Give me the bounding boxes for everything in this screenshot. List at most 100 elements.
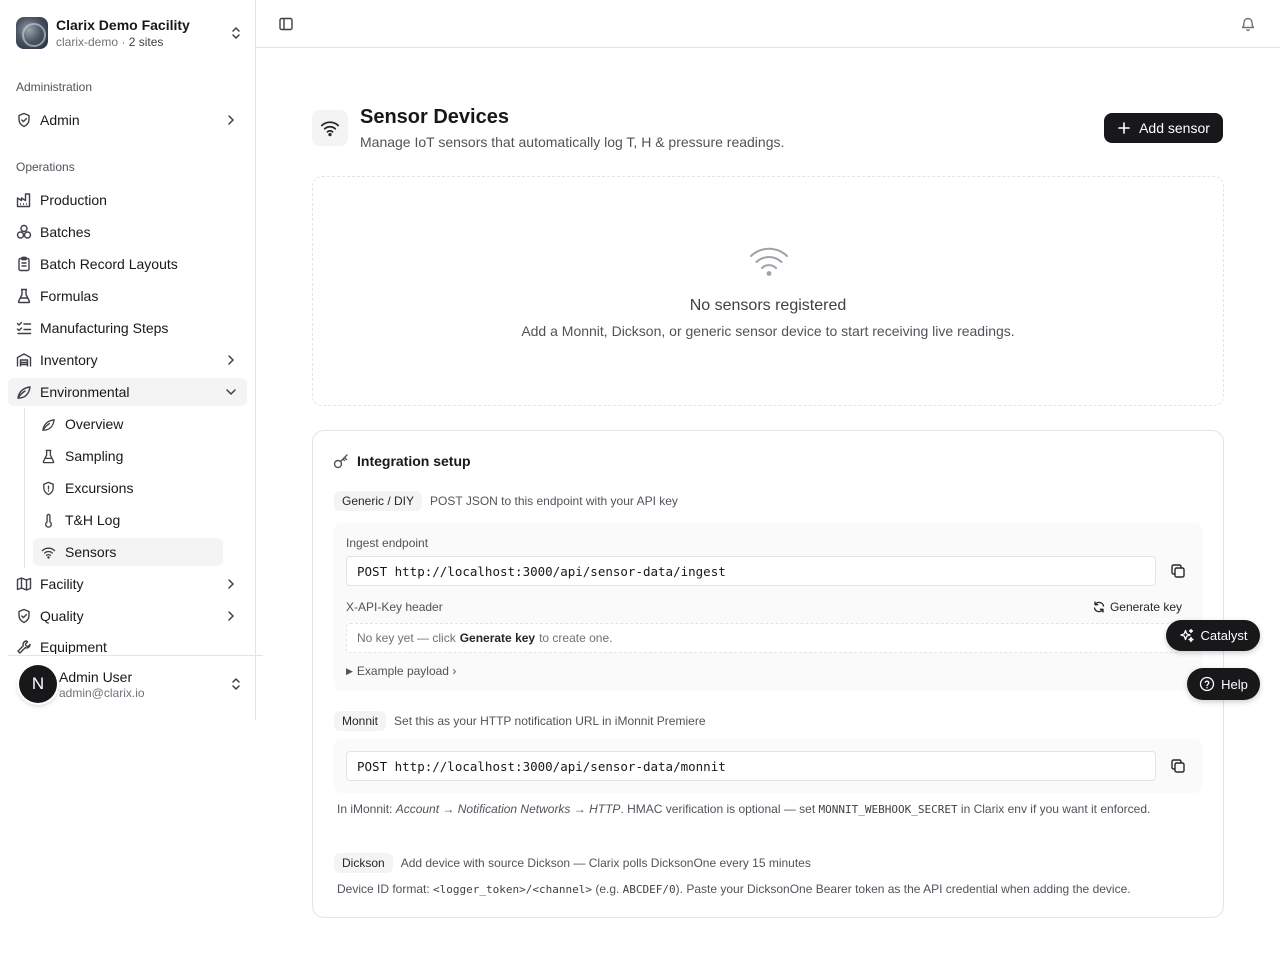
- sidebar-item-batches[interactable]: Batches: [8, 218, 247, 246]
- map-icon: [16, 577, 32, 591]
- sidebar-item-environmental[interactable]: Environmental: [8, 378, 247, 406]
- chevron-down-icon: [226, 389, 236, 395]
- sidebar-item-label: Batch Record Layouts: [40, 256, 178, 272]
- chevron-right-icon: [228, 115, 234, 125]
- clipboard-list-icon: [18, 256, 30, 272]
- chevrons-up-down-icon: [232, 27, 240, 39]
- card-title-text: Integration setup: [357, 453, 471, 469]
- sidebar-item-batch-record-layouts[interactable]: Batch Record Layouts: [8, 250, 247, 278]
- sidebar-item-label: Environmental: [40, 384, 130, 400]
- chevron-right-icon: [228, 579, 234, 589]
- section-operations: Operations: [16, 160, 75, 174]
- chevrons-up-down-icon: [232, 678, 240, 690]
- page-title: Sensor Devices: [360, 106, 509, 128]
- list-checks-icon: [16, 321, 32, 335]
- monnit-note-text: in Clarix env if you want it enforced.: [957, 802, 1151, 816]
- copy-icon[interactable]: [1170, 563, 1186, 579]
- dickson-badge: Dickson: [334, 853, 393, 873]
- sidebar-item-inventory[interactable]: Inventory: [8, 346, 247, 374]
- key-icon: [333, 454, 348, 469]
- monnit-desc: Set this as your HTTP notification URL i…: [394, 714, 706, 728]
- monnit-config-box: POST http://localhost:3000/api/sensor-da…: [334, 739, 1202, 793]
- shield-check-icon: [18, 112, 30, 128]
- dickson-id-example-code: ABCDEF/0: [622, 883, 676, 896]
- catalyst-label: Catalyst: [1200, 628, 1248, 643]
- generic-desc: POST JSON to this endpoint with your API…: [430, 494, 678, 508]
- shield-check-icon: [18, 608, 30, 624]
- flask-icon: [17, 288, 31, 304]
- sidebar-item-label: Formulas: [40, 288, 99, 304]
- sidebar-subitem-overview[interactable]: Overview: [33, 410, 223, 438]
- monnit-endpoint-field[interactable]: POST http://localhost:3000/api/sensor-da…: [346, 751, 1156, 781]
- dickson-row: Dickson Add device with source Dickson —…: [334, 853, 811, 873]
- dickson-note: Device ID format: <logger_token>/<channe…: [337, 881, 1187, 898]
- sidebar-subitem-sampling[interactable]: Sampling: [33, 442, 223, 470]
- sidebar-subitem-label: Overview: [65, 416, 124, 432]
- integration-setup-card: Integration setup Generic / DIY POST JSO…: [312, 430, 1224, 918]
- api-key-field: No key yet — click Generate key to creat…: [346, 623, 1181, 653]
- wrench-icon: [17, 640, 31, 654]
- monnit-note-text: . HMAC verification is optional — set: [620, 802, 819, 816]
- page-icon: [312, 110, 348, 146]
- sidebar-item-manufacturing-steps[interactable]: Manufacturing Steps: [8, 314, 247, 342]
- monnit-note-text: In iMonnit:: [337, 802, 396, 816]
- top-bar: [256, 0, 1280, 48]
- sidebar-item-label: Batches: [40, 224, 91, 240]
- org-sites: 2 sites: [128, 34, 164, 49]
- user-email: admin@clarix.io: [59, 686, 145, 700]
- chevron-right-icon: [228, 355, 234, 365]
- factory-icon: [16, 193, 31, 208]
- dickson-note-text: Device ID format:: [337, 882, 434, 896]
- generic-badge: Generic / DIY: [334, 491, 423, 511]
- sidebar-subitem-label: T&H Log: [65, 512, 121, 528]
- flask-icon: [42, 449, 55, 463]
- empty-state: No sensors registered Add a Monnit, Dick…: [312, 176, 1224, 406]
- sidebar-item-label: Production: [40, 192, 107, 208]
- org-switcher[interactable]: Clarix Demo Facility clarix-demo · 2 sit…: [16, 16, 244, 50]
- user-menu[interactable]: N Admin User admin@clarix.io: [16, 664, 244, 704]
- sidebar-item-label: Inventory: [40, 352, 98, 368]
- generic-config-box: Ingest endpoint POST http://localhost:30…: [334, 523, 1202, 691]
- org-separator: ·: [118, 34, 129, 49]
- sidebar-item-facility[interactable]: Facility: [8, 570, 247, 598]
- copy-icon[interactable]: [1170, 758, 1186, 774]
- api-key-empty-pre: No key yet — click: [357, 631, 456, 645]
- sidebar-item-admin[interactable]: Admin: [8, 106, 247, 134]
- submenu-guide: [24, 408, 25, 568]
- chevron-right-icon: [228, 611, 234, 621]
- add-sensor-button[interactable]: Add sensor: [1104, 113, 1223, 143]
- generate-key-button[interactable]: Generate key: [1093, 600, 1182, 614]
- example-payload-toggle[interactable]: ▶ Example payload ›: [346, 664, 456, 678]
- leaf-icon: [17, 386, 31, 399]
- sidebar-subitem-label: Sampling: [65, 448, 124, 464]
- ingest-endpoint-field[interactable]: POST http://localhost:3000/api/sensor-da…: [346, 556, 1156, 586]
- bell-icon[interactable]: [1240, 16, 1256, 32]
- sidebar-item-quality[interactable]: Quality: [8, 602, 247, 630]
- dickson-note-text: (e.g.: [591, 882, 623, 896]
- generate-key-label: Generate key: [1109, 600, 1182, 614]
- dickson-id-format-code: <logger_token>/<channel>: [433, 883, 592, 896]
- org-logo: [16, 17, 48, 49]
- section-administration: Administration: [16, 80, 93, 94]
- sidebar-subitem-th-log[interactable]: T&H Log: [33, 506, 223, 534]
- shield-alert-icon: [43, 481, 54, 495]
- triangle-right-icon: ▶: [346, 665, 353, 676]
- help-button[interactable]: Help: [1187, 668, 1260, 700]
- sidebar-item-equipment[interactable]: Equipment: [8, 634, 247, 654]
- org-slug: clarix-demo: [56, 34, 119, 49]
- sidebar-item-formulas[interactable]: Formulas: [8, 282, 247, 310]
- catalyst-button[interactable]: Catalyst: [1166, 620, 1260, 651]
- help-circle-icon: [1199, 676, 1215, 692]
- sidebar-subitem-sensors[interactable]: Sensors: [33, 538, 223, 566]
- wifi-icon: [750, 247, 788, 276]
- sidebar-item-label: Equipment: [40, 639, 107, 654]
- sidebar-subitem-label: Sensors: [65, 544, 117, 560]
- empty-subtitle: Add a Monnit, Dickson, or generic sensor…: [521, 323, 1015, 339]
- org-name: Clarix Demo Facility: [56, 16, 190, 33]
- sidebar-toggle-icon[interactable]: [278, 16, 294, 32]
- avatar: N: [19, 665, 57, 703]
- sidebar-item-label: Facility: [40, 576, 84, 592]
- sidebar-subitem-excursions[interactable]: Excursions: [33, 474, 223, 502]
- api-key-empty-link: Generate key: [459, 631, 536, 645]
- sidebar-item-production[interactable]: Production: [8, 186, 247, 214]
